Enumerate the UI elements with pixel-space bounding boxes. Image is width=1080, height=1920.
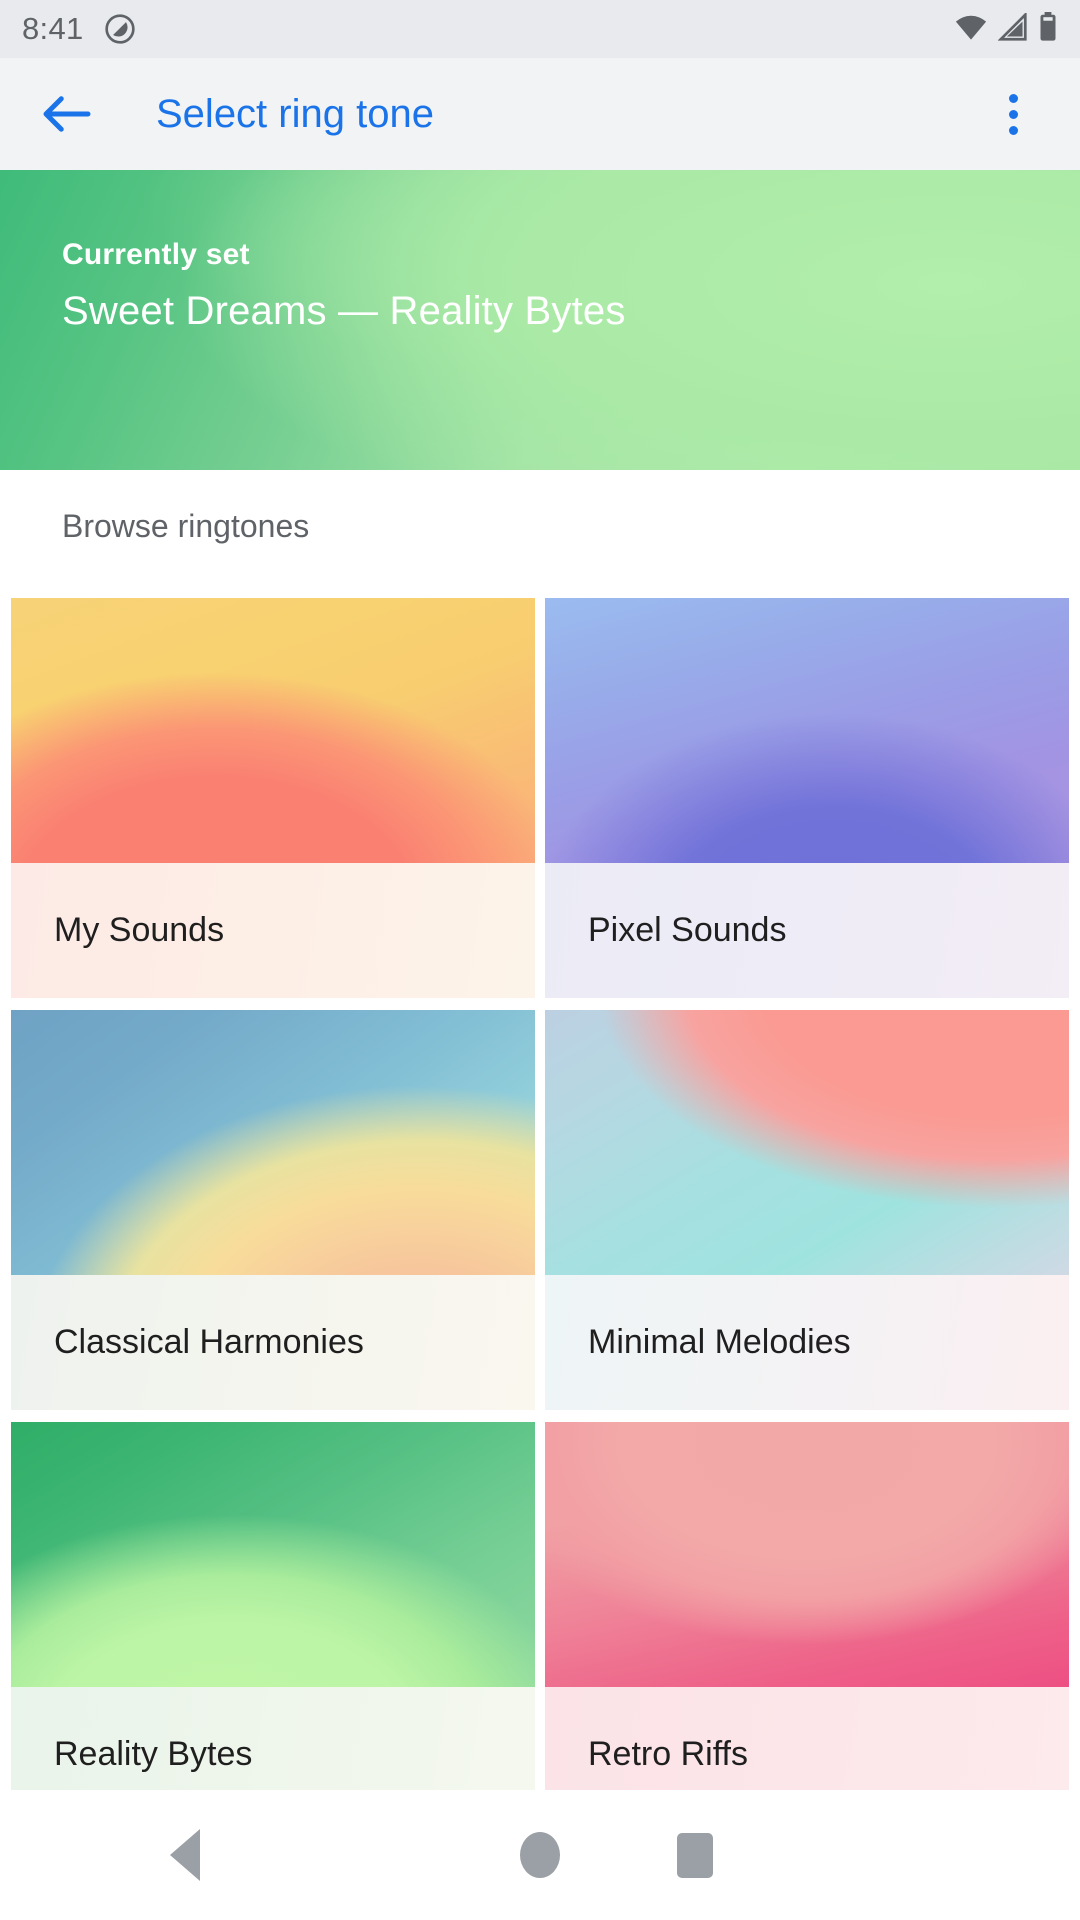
app-bar: Select ring tone [0, 58, 1080, 170]
ringtone-card-reality-bytes[interactable]: Reality Bytes [11, 1422, 535, 1822]
triangle-shape [170, 1829, 200, 1881]
more-vert-icon[interactable] [982, 83, 1044, 145]
card-artwork [545, 1422, 1069, 1687]
banner-eyebrow-label: Currently set [62, 238, 250, 271]
ringtone-card-retro-riffs[interactable]: Retro Riffs [545, 1422, 1069, 1822]
card-artwork [545, 598, 1069, 863]
banner-ringtone-name: Sweet Dreams — Reality Bytes [62, 289, 626, 333]
card-artwork [11, 1422, 535, 1687]
ringtone-card-my-sounds[interactable]: My Sounds [11, 598, 535, 998]
status-bar: 8:41 [0, 0, 1080, 58]
ringtone-card-classical-harmonies[interactable]: Classical Harmonies [11, 1010, 535, 1410]
card-artwork [11, 598, 535, 863]
browse-ringtones-header: Browse ringtones [62, 508, 310, 544]
cell-signal-icon [997, 10, 1028, 46]
status-bar-clock: 8:41 [22, 11, 84, 46]
battery-icon [1038, 11, 1058, 47]
phone-screen: 8:41 Select ring tone Currently set Swee… [0, 0, 1080, 1920]
ringtone-card-pixel-sounds[interactable]: Pixel Sounds [545, 598, 1069, 998]
currently-set-banner[interactable]: Currently set Sweet Dreams — Reality Byt… [0, 170, 1080, 470]
do-not-disturb-icon [104, 13, 136, 45]
card-label: Classical Harmonies [11, 1275, 535, 1410]
nav-back-triangle-icon[interactable] [120, 1790, 250, 1920]
system-navigation-bar [0, 1790, 1080, 1920]
ringtone-card-minimal-melodies[interactable]: Minimal Melodies [545, 1010, 1069, 1410]
status-bar-icons [954, 10, 1058, 47]
card-label: Minimal Melodies [545, 1275, 1069, 1410]
nav-recents-square-icon[interactable] [630, 1790, 760, 1920]
overflow-dot [1008, 125, 1018, 135]
overflow-dot [1008, 109, 1018, 119]
page-title: Select ring tone [156, 91, 434, 136]
card-label: My Sounds [11, 863, 535, 998]
back-button[interactable] [36, 83, 98, 145]
card-artwork [11, 1010, 535, 1275]
nav-home-circle-icon[interactable] [475, 1790, 605, 1920]
card-label: Pixel Sounds [545, 863, 1069, 998]
overflow-dot [1008, 93, 1018, 103]
wifi-icon [954, 13, 988, 46]
circle-shape [520, 1832, 560, 1878]
square-shape [677, 1832, 713, 1878]
ringtone-grid: My Sounds Pixel Sounds Classical Harmoni… [11, 598, 1069, 1822]
banner-text: Currently set Sweet Dreams — Reality Byt… [62, 238, 626, 334]
back-arrow-icon [43, 96, 91, 132]
card-artwork [545, 1010, 1069, 1275]
